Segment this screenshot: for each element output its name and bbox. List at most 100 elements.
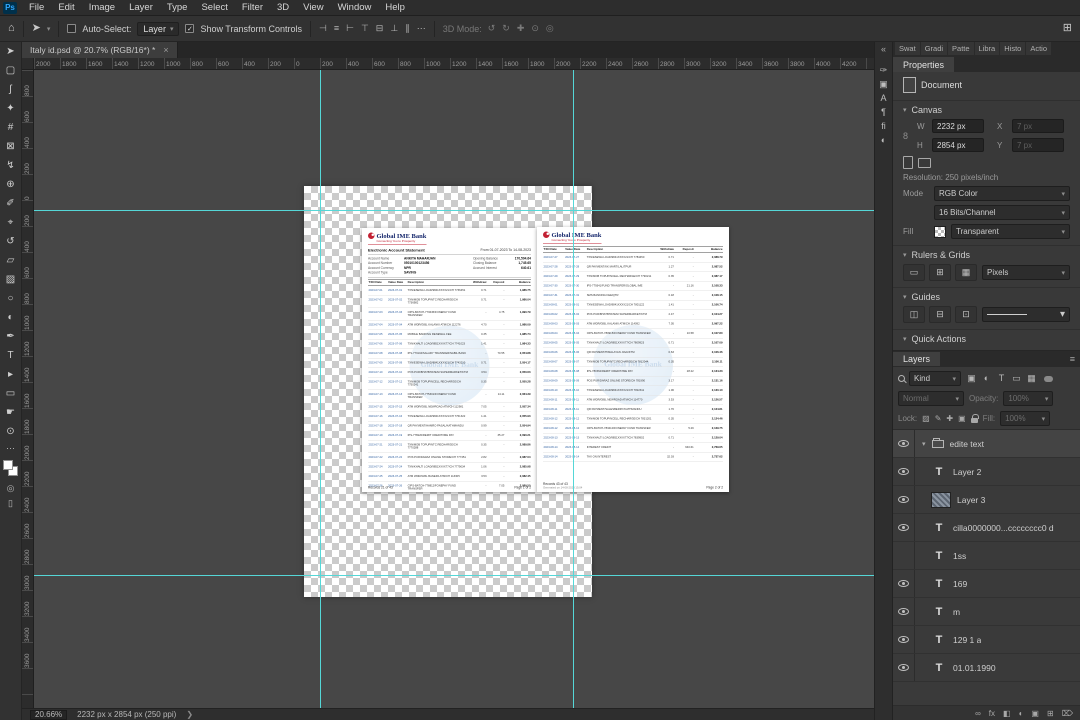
- color-mode-dropdown[interactable]: RGB Color ▾: [934, 186, 1070, 201]
- lock-transparency-icon[interactable]: ▨: [922, 414, 930, 423]
- filter-smart-objects-icon[interactable]: ▦: [1025, 373, 1038, 384]
- align-middle-icon[interactable]: ⊟: [376, 24, 384, 33]
- fill-dropdown[interactable]: 100% ▾: [1000, 411, 1051, 426]
- workspace-icon[interactable]: ⊞: [1063, 23, 1072, 34]
- visibility-toggle[interactable]: [893, 458, 915, 485]
- show-transform-checkbox[interactable]: [185, 24, 195, 33]
- panel-tab-libra[interactable]: Libra: [974, 42, 1000, 55]
- quick-mask-icon[interactable]: ◎: [0, 481, 22, 496]
- panel-tab-patte[interactable]: Patte: [948, 42, 974, 55]
- guide-style-dropdown[interactable]: ▾: [982, 307, 1070, 322]
- guide-vertical-1[interactable]: [320, 70, 321, 708]
- ruler-units-dropdown[interactable]: Pixels ▾: [982, 265, 1070, 280]
- menu-window[interactable]: Window: [331, 0, 379, 16]
- layer-row[interactable]: T Layer 2: [893, 458, 1080, 486]
- auto-select-target-dropdown[interactable]: Layer ▾: [137, 21, 180, 36]
- layer-row[interactable]: Tcilla0000000...cccccccc0 d: [893, 514, 1080, 542]
- ruler-units-icon[interactable]: ▭: [903, 264, 925, 281]
- marquee-tool[interactable]: ▢: [0, 61, 22, 80]
- visibility-toggle[interactable]: [893, 514, 915, 541]
- orbit-3d-icon[interactable]: ↺: [488, 24, 496, 33]
- panel-tab-gradi[interactable]: Gradi: [920, 42, 948, 55]
- lock-position-icon[interactable]: ✚: [946, 414, 953, 423]
- height-field[interactable]: 2854 px: [932, 138, 984, 152]
- panel-menu-icon[interactable]: ≡: [1070, 354, 1075, 364]
- bit-depth-dropdown[interactable]: 16 Bits/Channel ▾: [934, 205, 1070, 220]
- visibility-toggle[interactable]: [893, 570, 915, 597]
- orientation-landscape-icon[interactable]: [918, 157, 931, 168]
- section-guides[interactable]: ▾ Guides: [893, 287, 1080, 304]
- filter-shape-layers-icon[interactable]: ▭: [1010, 373, 1023, 384]
- slide-3d-icon[interactable]: ⊙: [531, 24, 539, 33]
- foreground-color-swatch[interactable]: [2, 460, 13, 470]
- eyedropper-tool[interactable]: ↯: [0, 156, 22, 175]
- scale-3d-icon[interactable]: ◎: [546, 24, 554, 33]
- lock-pixels-icon[interactable]: ✎: [935, 414, 942, 423]
- filter-toggle[interactable]: [1044, 375, 1053, 382]
- roll-3d-icon[interactable]: ↻: [502, 24, 510, 33]
- history-brush-tool[interactable]: ↺: [0, 232, 22, 251]
- grid-icon[interactable]: ⊞: [929, 264, 951, 281]
- visibility-toggle[interactable]: [893, 654, 915, 681]
- more-align-icon[interactable]: ⋯: [417, 24, 426, 33]
- eraser-tool[interactable]: ▱: [0, 251, 22, 270]
- align-bottom-icon[interactable]: ⊥: [390, 24, 398, 33]
- brush-settings-panel-icon[interactable]: ✑: [876, 63, 891, 77]
- layer-effects-icon[interactable]: fx: [989, 709, 995, 718]
- new-layer-icon[interactable]: ⊞: [1047, 709, 1054, 718]
- grid-settings-icon[interactable]: ▦: [955, 264, 977, 281]
- new-guide-layout-icon[interactable]: ◫: [903, 306, 925, 323]
- filter-pixel-layers-icon[interactable]: ▣: [965, 373, 978, 384]
- menu-layer[interactable]: Layer: [122, 0, 160, 16]
- menu-view[interactable]: View: [296, 0, 330, 16]
- adjustments-panel-icon[interactable]: ◐: [876, 133, 891, 147]
- menu-image[interactable]: Image: [82, 0, 122, 16]
- menu-3d[interactable]: 3D: [270, 0, 296, 16]
- lasso-tool[interactable]: ʃ: [0, 80, 22, 99]
- blur-tool[interactable]: ○: [0, 289, 22, 308]
- tab-properties[interactable]: Properties: [893, 57, 955, 72]
- filter-type-layers-icon[interactable]: T: [995, 373, 1008, 384]
- link-layers-icon[interactable]: ∞: [975, 709, 981, 718]
- x-field[interactable]: 7 px: [1012, 119, 1064, 133]
- menu-filter[interactable]: Filter: [235, 0, 270, 16]
- menu-select[interactable]: Select: [194, 0, 234, 16]
- paragraph-panel-icon[interactable]: ¶: [876, 105, 891, 119]
- crop-tool[interactable]: #: [0, 118, 22, 137]
- type-tool[interactable]: T: [0, 346, 22, 365]
- visibility-toggle[interactable]: [893, 486, 915, 513]
- visibility-toggle[interactable]: [893, 430, 915, 457]
- align-left-icon[interactable]: ⊣: [319, 24, 327, 33]
- lock-all-icon[interactable]: [970, 413, 979, 423]
- menu-edit[interactable]: Edit: [51, 0, 81, 16]
- ruler-horizontal[interactable]: 2000 1800 1600 1400 1200 1000 800 600 400 200 0 200…: [34, 58, 874, 70]
- tab-close-icon[interactable]: ×: [163, 45, 168, 55]
- glyphs-panel-icon[interactable]: ﬁ: [876, 119, 891, 133]
- panel-tab-actio[interactable]: Actio: [1026, 42, 1052, 55]
- menu-file[interactable]: File: [22, 0, 51, 16]
- move-tool[interactable]: ➤: [0, 42, 22, 61]
- layer-row[interactable]: T 01.01.1990: [893, 654, 1080, 682]
- healing-brush-tool[interactable]: ⊕: [0, 175, 22, 194]
- magic-wand-tool[interactable]: ✦: [0, 99, 22, 118]
- filter-adjustment-layers-icon[interactable]: ◐: [980, 373, 993, 384]
- visibility-toggle[interactable]: [893, 598, 915, 625]
- hand-tool[interactable]: ☛: [0, 403, 22, 422]
- guide-vertical-2[interactable]: [573, 70, 574, 708]
- path-select-tool[interactable]: ▸: [0, 365, 22, 384]
- lock-artboard-icon[interactable]: ▣: [958, 414, 966, 423]
- orientation-portrait-icon[interactable]: [903, 156, 913, 169]
- section-quick-actions[interactable]: ▾ Quick Actions: [893, 329, 1080, 346]
- visibility-toggle[interactable]: [893, 626, 915, 653]
- delete-layer-icon[interactable]: ⌦: [1062, 709, 1073, 718]
- guide-clear-icon[interactable]: ⊡: [955, 306, 977, 323]
- section-rulers-grids[interactable]: ▾ Rulers & Grids: [893, 245, 1080, 262]
- collapse-panels-icon[interactable]: «: [881, 44, 886, 54]
- move-tool-preset-icon[interactable]: ➤: [32, 23, 41, 34]
- opacity-dropdown[interactable]: 100% ▾: [1003, 391, 1054, 406]
- ruler-vertical[interactable]: 800 600 400 200 0 200 400 600 800 1000 1200 1400 160…: [22, 70, 34, 708]
- menu-type[interactable]: Type: [160, 0, 195, 16]
- color-swatches[interactable]: [2, 460, 19, 477]
- layer-row[interactable]: Tm: [893, 598, 1080, 626]
- expand-caret-icon[interactable]: ▾: [922, 440, 926, 448]
